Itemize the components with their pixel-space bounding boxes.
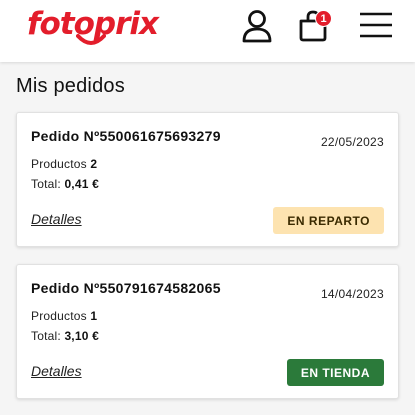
details-link[interactable]: Detalles (31, 211, 82, 227)
products-count: 2 (90, 157, 98, 171)
products-count: 1 (90, 309, 98, 323)
order-card: Pedido Nº550791674582065 14/04/2023 Prod… (16, 264, 399, 399)
details-link[interactable]: Detalles (31, 363, 82, 379)
page-title: Mis pedidos (16, 75, 125, 97)
order-products: Productos 1 (31, 309, 97, 323)
total-value: 0,41 € (64, 177, 100, 191)
total-label: Total: (31, 177, 61, 191)
products-label: Productos (31, 309, 87, 323)
logo-smile-icon (76, 34, 106, 45)
status-badge: EN REPARTO (273, 207, 384, 234)
order-number: Pedido Nº550061675693279 (31, 128, 221, 144)
total-label: Total: (31, 329, 61, 343)
total-value: 3,10 € (64, 329, 100, 343)
user-icon[interactable] (241, 9, 273, 43)
order-total: Total: 0,41 € (31, 177, 99, 191)
order-date: 22/05/2023 (320, 135, 384, 149)
cart-count-badge: 1 (315, 10, 332, 27)
products-label: Productos (31, 157, 87, 171)
order-products: Productos 2 (31, 157, 97, 171)
status-badge: EN TIENDA (286, 359, 384, 386)
order-card: Pedido Nº550061675693279 22/05/2023 Prod… (16, 112, 399, 247)
order-number: Pedido Nº550791674582065 (31, 280, 221, 296)
order-total: Total: 3,10 € (31, 329, 99, 343)
order-date: 14/04/2023 (320, 287, 384, 301)
hamburger-menu-icon[interactable] (358, 11, 394, 39)
app-header: fotoprix 1 (0, 0, 415, 62)
